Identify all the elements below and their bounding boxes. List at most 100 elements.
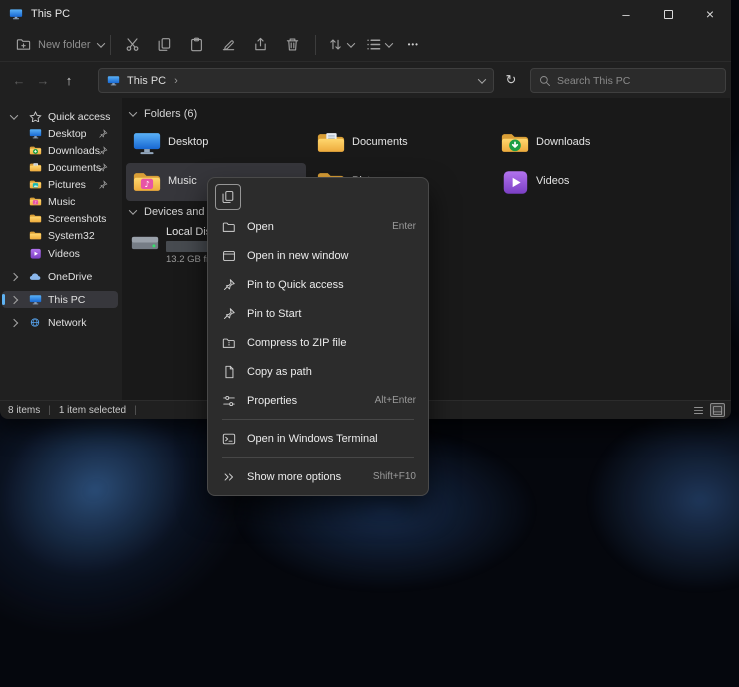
this-pc-icon	[9, 8, 23, 20]
search-icon	[539, 75, 551, 87]
menu-item-properties[interactable]: Properties Alt+Enter	[212, 386, 424, 415]
menu-item-open[interactable]: Open Enter	[212, 212, 424, 241]
search-input[interactable]	[557, 75, 717, 87]
videos-icon	[29, 248, 42, 259]
folder-tile-documents[interactable]: Documents	[310, 124, 490, 162]
paste-button[interactable]	[181, 32, 213, 58]
details-view-icon	[693, 405, 704, 416]
sidebar-item-desktop[interactable]: Desktop	[2, 125, 118, 142]
open-icon	[218, 220, 240, 234]
folders-section-header[interactable]: Folders (6)	[130, 108, 197, 120]
context-menu: Open Enter Open in new window Pin to Qui…	[207, 177, 429, 496]
share-button[interactable]	[245, 32, 277, 58]
address-dropdown-icon[interactable]	[478, 75, 486, 83]
sidebar-item-videos[interactable]: Videos	[2, 245, 118, 262]
folder-icon	[29, 230, 42, 241]
menu-item-open-in-windows-terminal[interactable]: Open in Windows Terminal	[212, 424, 424, 453]
back-icon: ←	[13, 73, 26, 88]
chevron-down-icon	[129, 206, 137, 214]
thumbnail-view-button[interactable]	[710, 403, 725, 417]
star-icon	[29, 111, 42, 122]
view-icon	[366, 37, 381, 52]
pin-icon	[98, 180, 108, 190]
forward-button[interactable]: →	[32, 69, 54, 91]
sidebar-item-system32[interactable]: System32	[2, 227, 118, 244]
toolbar-divider	[315, 35, 316, 55]
delete-icon	[285, 37, 300, 52]
minimize-button[interactable]: –	[605, 0, 647, 28]
more-options-button[interactable]: •••	[398, 40, 429, 49]
pin-icon	[98, 146, 108, 156]
sort-button[interactable]	[322, 37, 360, 52]
view-button[interactable]	[360, 37, 398, 52]
chevron-down-icon	[129, 108, 137, 116]
address-bar[interactable]: This PC ›	[98, 68, 494, 93]
sidebar-item-quick-access[interactable]: Quick access	[2, 108, 118, 125]
toolbar-divider	[110, 35, 111, 55]
menu-item-pin-to-quick-access[interactable]: Pin to Quick access	[212, 270, 424, 299]
item-count: 8 items	[8, 405, 40, 416]
terminal-icon	[218, 432, 240, 446]
title-bar[interactable]: This PC – ×	[0, 0, 731, 28]
copy-icon	[221, 190, 235, 204]
properties-icon	[218, 394, 240, 408]
chevron-right-icon[interactable]	[10, 272, 18, 280]
close-button[interactable]: ×	[689, 0, 731, 28]
videos-icon	[500, 169, 530, 198]
sidebar-item-pictures[interactable]: Pictures	[2, 176, 118, 193]
chevron-right-icon[interactable]	[10, 295, 18, 303]
onedrive-icon	[29, 271, 43, 283]
sidebar: Quick access Desktop Downloads Documents…	[0, 98, 122, 400]
search-box[interactable]	[530, 68, 726, 93]
context-menu-quick-actions	[212, 182, 424, 212]
menu-separator	[222, 419, 414, 420]
documents-icon	[316, 130, 346, 159]
sidebar-item-this-pc[interactable]: This PC	[2, 291, 118, 308]
breadcrumb-location[interactable]: This PC	[127, 75, 166, 87]
chevron-right-icon[interactable]	[10, 318, 18, 326]
minimize-icon: –	[622, 7, 629, 22]
maximize-button[interactable]	[647, 0, 689, 28]
breadcrumb-chevron[interactable]: ›	[174, 75, 178, 87]
chevron-down-icon	[346, 39, 354, 47]
maximize-icon	[664, 10, 673, 19]
details-view-button[interactable]	[691, 403, 706, 417]
copy-button[interactable]	[215, 184, 241, 210]
ellipsis-icon: •••	[408, 40, 419, 49]
pin-icon	[98, 129, 108, 139]
sidebar-item-network[interactable]: Network	[2, 314, 118, 331]
menu-item-pin-to-start[interactable]: Pin to Start	[212, 299, 424, 328]
chevron-down-icon[interactable]	[10, 111, 18, 119]
window-title: This PC	[31, 8, 70, 20]
folder-tile-downloads[interactable]: Downloads	[494, 124, 674, 162]
sidebar-item-music[interactable]: Music	[2, 193, 118, 210]
sidebar-item-documents[interactable]: Documents	[2, 159, 118, 176]
network-icon	[29, 317, 41, 328]
folder-tile-desktop[interactable]: Desktop	[126, 124, 306, 162]
cut-button[interactable]	[117, 32, 149, 58]
sidebar-item-downloads[interactable]: Downloads	[2, 142, 118, 159]
menu-item-compress-to-zip[interactable]: Compress to ZIP file	[212, 328, 424, 357]
up-icon: ↑	[66, 73, 73, 88]
drive-icon	[130, 230, 160, 259]
pin-icon	[218, 278, 240, 292]
new-folder-button[interactable]: New folder	[16, 37, 104, 52]
new-folder-label: New folder	[38, 39, 91, 51]
delete-button[interactable]	[277, 32, 309, 58]
copy-button[interactable]	[149, 32, 181, 58]
sidebar-item-screenshots[interactable]: Screenshots	[2, 210, 118, 227]
rename-button[interactable]	[213, 32, 245, 58]
documents-icon	[29, 162, 42, 173]
paste-icon	[189, 37, 204, 52]
back-button[interactable]: ←	[8, 69, 30, 91]
selection-accent-bar	[2, 294, 5, 305]
refresh-button[interactable]: ↻	[500, 69, 522, 91]
menu-item-copy-as-path[interactable]: Copy as path	[212, 357, 424, 386]
menu-separator	[222, 457, 414, 458]
up-button[interactable]: ↑	[58, 69, 80, 91]
sidebar-item-onedrive[interactable]: OneDrive	[2, 268, 118, 285]
more-options-icon	[218, 470, 240, 484]
menu-item-show-more-options[interactable]: Show more options Shift+F10	[212, 462, 424, 491]
menu-item-open-in-new-window[interactable]: Open in new window	[212, 241, 424, 270]
folder-tile-videos[interactable]: Videos	[494, 163, 674, 201]
